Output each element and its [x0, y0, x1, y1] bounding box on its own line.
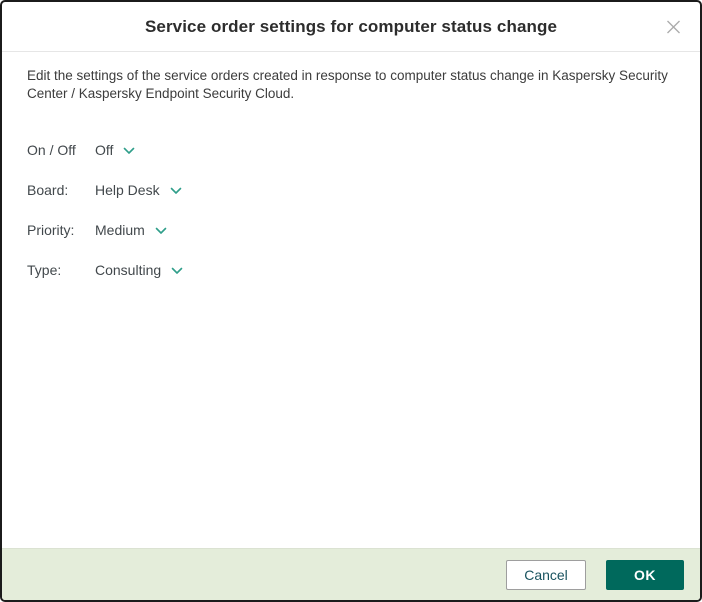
ok-button[interactable]: OK — [606, 560, 684, 590]
chevron-down-icon — [123, 147, 135, 155]
type-dropdown-value: Consulting — [95, 262, 161, 278]
board-dropdown-value: Help Desk — [95, 182, 160, 198]
dialog-header: Service order settings for computer stat… — [2, 2, 700, 52]
priority-dropdown[interactable]: Medium — [95, 222, 167, 238]
chevron-down-icon — [170, 187, 182, 195]
form-row: Board: Help Desk — [27, 181, 675, 199]
field-label-board: Board: — [27, 182, 95, 198]
board-dropdown[interactable]: Help Desk — [95, 182, 182, 198]
on-off-dropdown[interactable]: Off — [95, 142, 135, 158]
priority-dropdown-value: Medium — [95, 222, 145, 238]
form-row: On / Off Off — [27, 141, 675, 159]
field-label-priority: Priority: — [27, 222, 95, 238]
form-row: Priority: Medium — [27, 221, 675, 239]
type-dropdown[interactable]: Consulting — [95, 262, 183, 278]
chevron-down-icon — [171, 267, 183, 275]
dialog-body: Edit the settings of the service orders … — [2, 52, 700, 279]
dialog-footer: Cancel OK — [2, 548, 700, 600]
service-order-settings-dialog: Service order settings for computer stat… — [0, 0, 702, 602]
on-off-dropdown-value: Off — [95, 142, 113, 158]
chevron-down-icon — [155, 227, 167, 235]
dialog-title: Service order settings for computer stat… — [145, 17, 557, 37]
dialog-description: Edit the settings of the service orders … — [27, 67, 675, 102]
settings-form: On / Off Off Board: Help Desk — [27, 141, 675, 279]
field-label-type: Type: — [27, 262, 95, 278]
close-icon[interactable] — [662, 15, 685, 38]
form-row: Type: Consulting — [27, 261, 675, 279]
cancel-button[interactable]: Cancel — [506, 560, 586, 590]
field-label-on-off: On / Off — [27, 142, 95, 158]
